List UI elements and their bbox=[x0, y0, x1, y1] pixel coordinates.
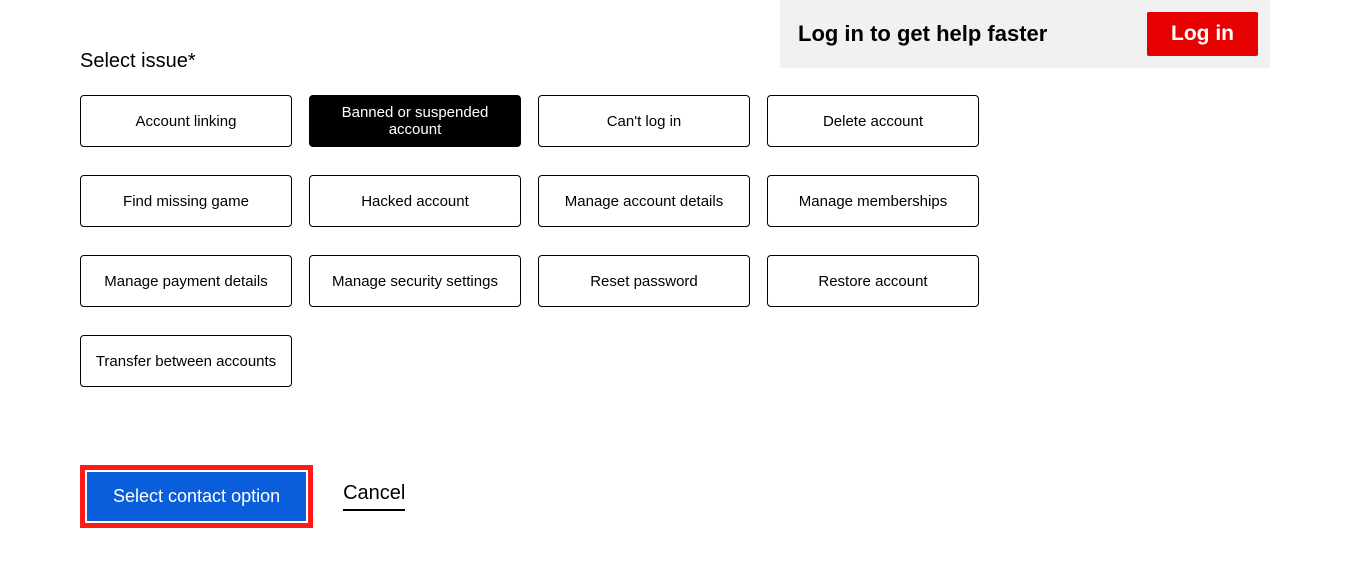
issue-option[interactable]: Find missing game bbox=[80, 175, 292, 227]
issue-option[interactable]: Hacked account bbox=[309, 175, 521, 227]
section-label: Select issue* bbox=[80, 50, 1040, 73]
issue-option[interactable]: Manage memberships bbox=[767, 175, 979, 227]
action-row: Select contact option Cancel bbox=[80, 465, 1040, 528]
cancel-link[interactable]: Cancel bbox=[343, 482, 405, 511]
issue-option[interactable]: Transfer between accounts bbox=[80, 335, 292, 387]
primary-button-highlight: Select contact option bbox=[80, 465, 313, 528]
login-bar-message: Log in to get help faster bbox=[798, 21, 1047, 47]
issue-option[interactable]: Reset password bbox=[538, 255, 750, 307]
login-button[interactable]: Log in bbox=[1147, 12, 1258, 56]
issue-section: Select issue* Account linking Banned or s… bbox=[80, 50, 1040, 528]
issue-option[interactable]: Delete account bbox=[767, 95, 979, 147]
issue-grid: Account linking Banned or suspended accou… bbox=[80, 95, 1040, 387]
issue-option[interactable]: Account linking bbox=[80, 95, 292, 147]
select-contact-option-button[interactable]: Select contact option bbox=[87, 472, 306, 521]
issue-option[interactable]: Manage security settings bbox=[309, 255, 521, 307]
issue-option[interactable]: Manage account details bbox=[538, 175, 750, 227]
issue-option[interactable]: Banned or suspended account bbox=[309, 95, 521, 147]
issue-option[interactable]: Manage payment details bbox=[80, 255, 292, 307]
issue-option[interactable]: Can't log in bbox=[538, 95, 750, 147]
issue-option[interactable]: Restore account bbox=[767, 255, 979, 307]
